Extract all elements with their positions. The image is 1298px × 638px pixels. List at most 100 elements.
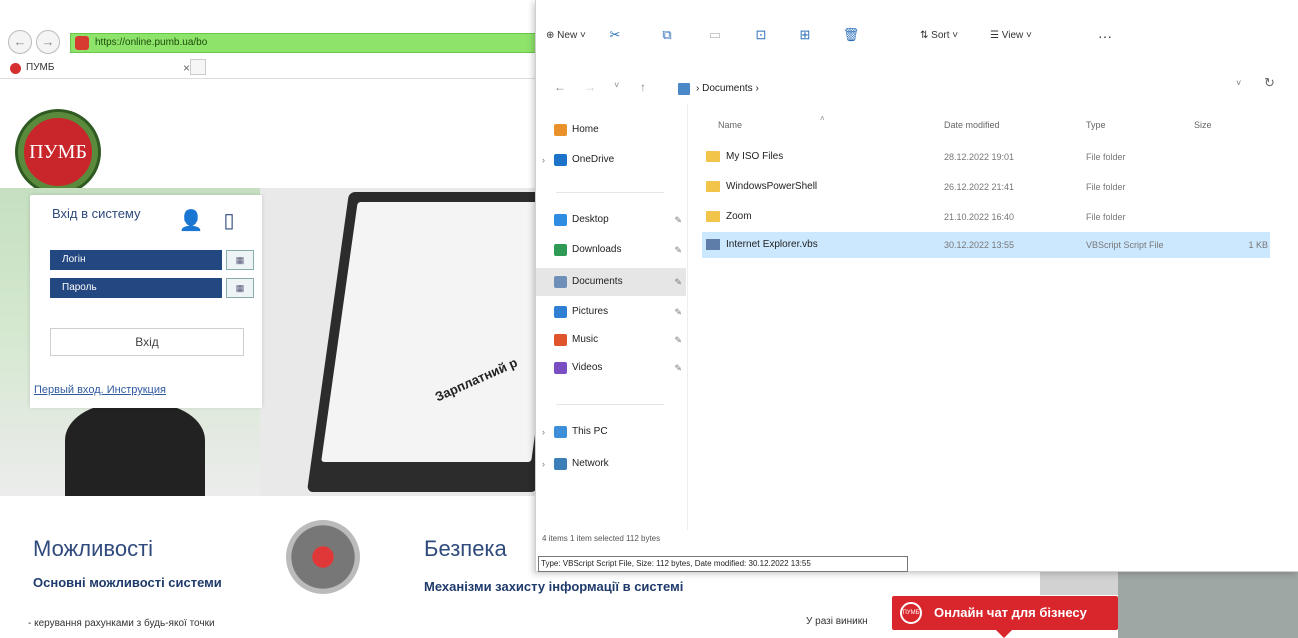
pumb-logo[interactable]: ПУМБ (18, 112, 98, 192)
column-header-size[interactable]: Size (1194, 120, 1212, 130)
security-subheading: Механізми захисту інформації в системі (424, 579, 684, 594)
address-bar[interactable]: https://online.pumb.ua/bo (70, 33, 560, 53)
expand-chevron-icon[interactable]: › (542, 146, 545, 174)
nav-label: Home (572, 124, 599, 135)
column-header-date[interactable]: Date modified (944, 120, 1000, 130)
login-input[interactable]: Логін (50, 250, 222, 270)
nav-item-this-pc[interactable]: › This PC (536, 418, 686, 446)
view-button[interactable]: ☰ View ˅ (990, 24, 1032, 48)
nav-divider (556, 404, 664, 405)
expand-chevron-icon[interactable]: › (542, 418, 545, 446)
nav-divider (556, 192, 664, 193)
nav-item-network[interactable]: › Network (536, 450, 686, 478)
script-file-icon (706, 239, 720, 250)
hero-pencil-cup-image (65, 403, 205, 496)
pin-icon: ✎ (674, 215, 682, 225)
folder-icon (706, 211, 720, 222)
pictures-icon (554, 306, 567, 318)
folder-icon (706, 181, 720, 192)
nav-label: Documents (572, 276, 623, 287)
logo-text: ПУМБ (29, 141, 87, 163)
file-row[interactable]: Zoom 21.10.2022 16:40 File folder (702, 204, 1270, 230)
nav-item-videos[interactable]: Videos ✎ (536, 354, 686, 382)
nav-label: Videos (572, 362, 603, 373)
file-list: Name ˄ Date modified Type Size My ISO Fi… (696, 104, 1298, 530)
mobile-device-icon[interactable]: ▯ (214, 208, 244, 234)
rename-icon[interactable]: ⊡ (750, 24, 772, 46)
user-key-icon[interactable]: 👤 (174, 208, 208, 234)
file-row[interactable]: My ISO Files 28.12.2022 19:01 File folde… (702, 144, 1270, 170)
online-chat-button[interactable]: ПУМБ Онлайн чат для бізнесу (892, 596, 1118, 630)
tab-close-icon[interactable]: × (183, 59, 190, 77)
nav-label: Downloads (572, 244, 622, 255)
back-arrow-icon[interactable]: ← (554, 80, 566, 94)
nav-label: Pictures (572, 306, 609, 317)
address-dropdown-icon[interactable]: ˅ (1236, 78, 1241, 88)
security-heading: Безпека (424, 536, 507, 561)
file-row[interactable]: WindowsPowerShell 26.12.2022 21:41 File … (702, 174, 1270, 200)
tab-favicon-icon (10, 63, 21, 74)
browser-tab[interactable]: ПУМБ × (8, 59, 208, 77)
share-icon[interactable]: ⊞ (794, 24, 816, 46)
virtual-keyboard-icon[interactable]: ▦ (226, 278, 254, 298)
up-arrow-icon[interactable]: ↑ (640, 80, 646, 94)
download-icon (554, 244, 567, 256)
nav-item-desktop[interactable]: Desktop ✎ (536, 206, 686, 234)
back-button[interactable]: ← (8, 30, 32, 54)
more-options-button[interactable]: ··· (1098, 24, 1112, 48)
column-header-name[interactable]: Name (718, 120, 742, 130)
nav-label: Music (572, 334, 599, 345)
address-url: https://online.pumb.ua/bo (95, 37, 208, 48)
features-subheading: Основні можливості системи (33, 575, 222, 590)
nav-item-pictures[interactable]: Pictures ✎ (536, 298, 686, 326)
navigation-pane: Home › OneDrive Desktop ✎ Downloads ✎ Docum… (536, 104, 688, 530)
view-label: View (1001, 30, 1024, 41)
sort-button[interactable]: ⇅ Sort ˅ (920, 24, 958, 48)
nav-item-music[interactable]: Music ✎ (536, 326, 686, 354)
plus-circle-icon: ⊕ (546, 30, 558, 41)
recent-locations-icon[interactable]: ˅ (614, 80, 619, 90)
virtual-keyboard-icon[interactable]: ▦ (226, 250, 254, 270)
nav-item-downloads[interactable]: Downloads ✎ (536, 236, 686, 264)
file-info-tooltip: Type: VBScript Script File, Size: 112 by… (538, 556, 908, 572)
new-tab-button[interactable] (190, 59, 206, 75)
tab-bar: ПУМБ × (0, 57, 560, 79)
breadcrumb-item[interactable]: Documents (702, 83, 753, 94)
home-icon (554, 124, 567, 136)
pin-icon: ✎ (674, 245, 682, 255)
cut-icon[interactable]: ✂ (604, 24, 626, 46)
file-row-selected[interactable]: Internet Explorer.vbs 30.12.2022 13:55 V… (702, 232, 1270, 258)
first-login-instructions-link[interactable]: Первый вход. Инструкция (30, 380, 262, 408)
tab-title: ПУМБ (26, 62, 55, 73)
refresh-icon[interactable]: ↻ (1264, 75, 1275, 91)
file-name: Internet Explorer.vbs (726, 239, 818, 250)
column-header-type[interactable]: Type (1086, 120, 1106, 130)
file-type: File folder (1086, 182, 1126, 192)
pin-icon: ✎ (674, 335, 682, 345)
command-bar: ⊕ New ˅ ✂ ⧉ ▭ ⊡ ⊞ 🗑 ⇅ Sort ˅ ☰ View ˅ ··… (536, 18, 1298, 54)
chat-pointer-arrow (996, 630, 1012, 638)
delete-icon[interactable]: 🗑 (840, 24, 862, 46)
login-submit-button[interactable]: Вхід (50, 328, 244, 356)
file-type: VBScript Script File (1086, 240, 1164, 250)
file-size: 1 KB (1248, 240, 1268, 250)
nav-item-home[interactable]: Home (536, 116, 686, 144)
paste-icon[interactable]: ▭ (704, 24, 726, 46)
file-date: 28.12.2022 19:01 (944, 152, 1015, 162)
address-breadcrumb[interactable]: › Documents › (676, 78, 1266, 100)
chat-logo-icon: ПУМБ (900, 602, 922, 624)
new-label: New (557, 30, 578, 41)
copy-icon[interactable]: ⧉ (656, 24, 678, 46)
nav-item-documents[interactable]: Documents ✎ (536, 268, 686, 296)
expand-chevron-icon[interactable]: › (542, 450, 545, 478)
pin-icon: ✎ (674, 277, 682, 287)
forward-button[interactable]: → (36, 30, 60, 54)
new-button[interactable]: ⊕ New ˅ (546, 24, 586, 48)
forward-arrow-icon[interactable]: → (584, 80, 596, 94)
nav-item-onedrive[interactable]: › OneDrive (536, 146, 686, 174)
password-input[interactable]: Пароль (50, 278, 222, 298)
file-type: File folder (1086, 152, 1126, 162)
forward-arrow-icon: → (41, 34, 55, 49)
file-explorer-window: ⊕ New ˅ ✂ ⧉ ▭ ⊡ ⊞ 🗑 ⇅ Sort ˅ ☰ View ˅ ··… (535, 0, 1298, 572)
file-date: 21.10.2022 16:40 (944, 212, 1015, 222)
